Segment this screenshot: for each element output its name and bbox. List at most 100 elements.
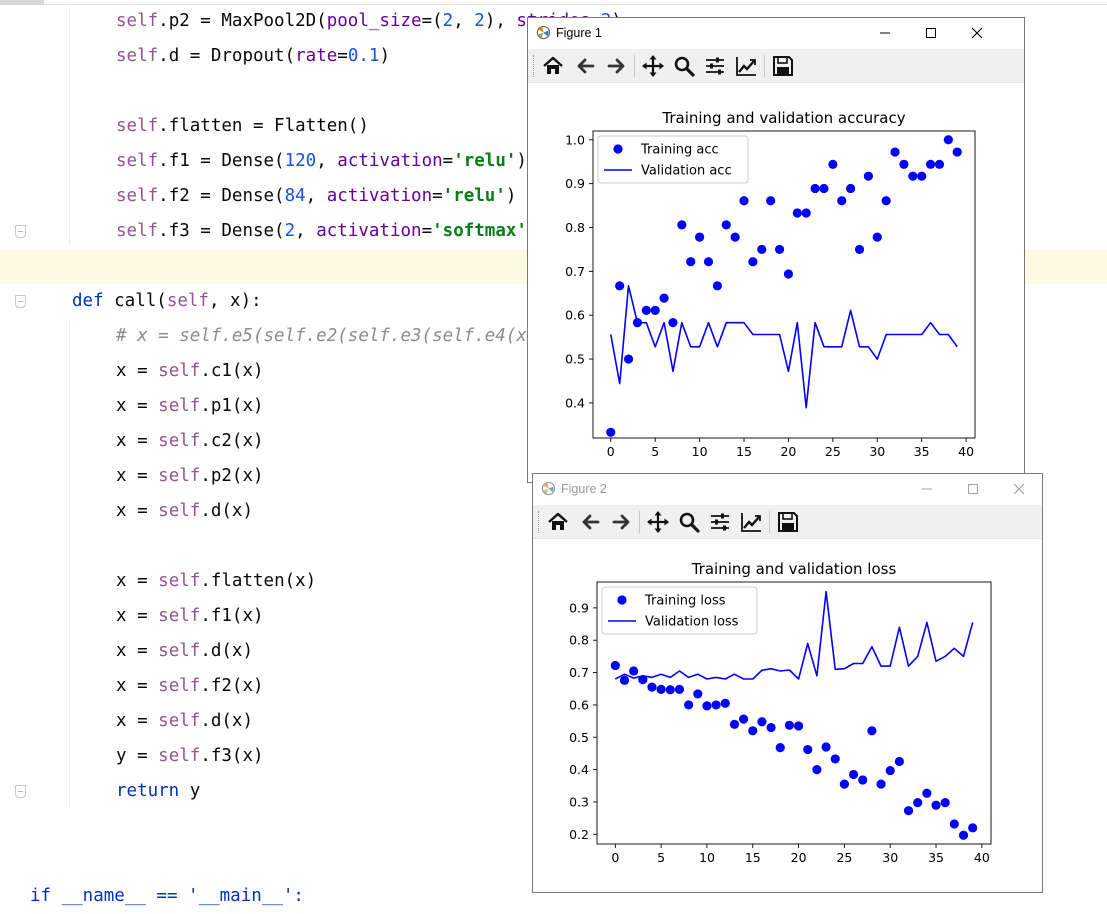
code-line[interactable]: x = self.flatten(x) [116,564,316,599]
figure-canvas[interactable]: Training and validation accuracy 0 5 10 15 20… [528,83,1024,482]
pan-button[interactable] [640,53,666,79]
configure-subplots-button[interactable] [702,53,728,79]
code-line[interactable]: x = self.d(x) [116,634,253,669]
edit-axis-button[interactable] [733,53,759,79]
chart-title: Training and validation loss [691,560,897,578]
y-tick-label: 0.9 [569,600,589,615]
save-button[interactable] [775,509,801,535]
minimize-button[interactable] [862,18,908,48]
code-token: .c1(x) [200,361,264,381]
data-point [885,765,895,776]
maximize-button[interactable] [908,18,954,48]
save-icon [778,512,798,532]
data-point [863,171,873,181]
data-point [876,779,886,789]
configure-subplots-button[interactable] [707,509,733,535]
editor-gutter[interactable] [0,0,40,896]
close-button[interactable] [954,18,1000,48]
minimize-button[interactable] [904,474,950,504]
code-token: self [158,396,201,416]
code-token: ), [484,11,517,31]
data-point [720,698,730,708]
back-arrow-button[interactable] [572,53,598,79]
toolbar-separator [634,55,635,77]
data-point [830,754,840,764]
data-point [757,717,767,727]
home-icon [543,56,563,74]
y-tick-label: 0.8 [569,633,589,648]
home-button[interactable] [545,509,571,535]
indent-guide [69,7,70,245]
figure-canvas[interactable]: Training and validation loss 0 5 10 15 20 25 30… [533,539,1042,892]
data-point [803,744,813,755]
pan-button[interactable] [645,509,671,535]
code-line[interactable]: # x = self.e5(self.e2(self.e3(self.e4(x)… [116,319,569,354]
window-title-bar[interactable]: Figure 2 [533,474,1042,504]
toolbar-separator [769,511,770,533]
code-token: activation [326,186,433,206]
window-title: Figure 1 [556,26,602,40]
code-token: .d(x) [200,641,253,661]
legend-point-marker [613,144,623,154]
code-line[interactable]: return y [116,774,200,809]
code-token: activation [337,151,443,171]
code-line[interactable]: if __name__ == '__main__': [30,879,304,914]
zoom-button[interactable] [676,509,702,535]
code-token: 'softmax' [432,221,527,241]
data-point [872,232,882,242]
code-line[interactable]: x = self.c1(x) [116,354,264,389]
code-token: self [116,186,159,206]
forward-arrow-button[interactable] [609,509,635,535]
code-token: x = [116,641,159,661]
code-line[interactable]: x = self.f2(x) [116,669,264,704]
code-line[interactable]: x = self.c2(x) [116,424,264,459]
code-line[interactable]: x = self.p1(x) [116,389,264,424]
edit-axis-button[interactable] [738,509,764,535]
forward-arrow-button[interactable] [604,53,630,79]
data-point [925,159,936,169]
figure-2-window[interactable]: Figure 2 Training and validation loss 0 5 1… [532,473,1043,893]
y-tick-label: 0.6 [565,308,585,323]
configure-subplots-icon [706,57,724,75]
editor-tab-edge [0,0,44,5]
code-line[interactable]: self.d = Dropout(rate=0.1) [116,39,390,74]
data-point [917,171,927,181]
code-line[interactable]: def call(self, x): [72,284,262,319]
fold-end-icon[interactable] [15,225,26,238]
code-line[interactable]: self.f3 = Dense(2, activation='softmax') [116,214,538,249]
fold-end-icon[interactable] [15,785,26,798]
data-point [739,196,749,206]
back-arrow-button[interactable] [577,509,603,535]
figure-1-window[interactable]: Figure 1 Training and validation accurac… [527,17,1025,483]
code-line[interactable]: y = self.f3(x) [116,739,264,774]
home-button[interactable] [540,53,566,79]
x-tick-label: 5 [651,444,659,459]
toolbar-grip[interactable] [533,55,536,77]
code-line[interactable]: x = self.d(x) [116,494,253,529]
data-point [774,244,785,255]
maximize-button[interactable] [950,474,996,504]
data-point [819,183,829,194]
data-point [647,682,657,692]
code-token: .f2(x) [200,676,264,696]
window-title-bar[interactable]: Figure 1 [528,18,1024,48]
code-line[interactable]: self.f2 = Dense(84, activation='relu') [116,179,516,214]
save-button[interactable] [770,53,796,79]
toolbar-grip[interactable] [538,511,541,533]
forward-arrow-icon [607,58,625,74]
x-tick-label: 40 [974,850,990,865]
code-token: .d = Dropout( [158,46,296,66]
code-line[interactable]: self.f1 = Dense(120, activation='relu') [116,144,527,179]
code-line[interactable]: x = self.f1(x) [116,599,264,634]
code-line[interactable]: x = self.d(x) [116,704,253,739]
code-token: self [158,571,201,591]
close-button[interactable] [996,474,1042,504]
x-tick-label: 15 [745,850,761,865]
code-line[interactable]: self.flatten = Flatten() [116,109,369,144]
code-token: x = [116,396,159,416]
fold-start-icon[interactable] [15,295,26,308]
back-arrow-icon [582,514,600,530]
code-line[interactable]: x = self.p2(x) [116,459,264,494]
data-point [783,269,794,279]
zoom-button[interactable] [671,53,697,79]
